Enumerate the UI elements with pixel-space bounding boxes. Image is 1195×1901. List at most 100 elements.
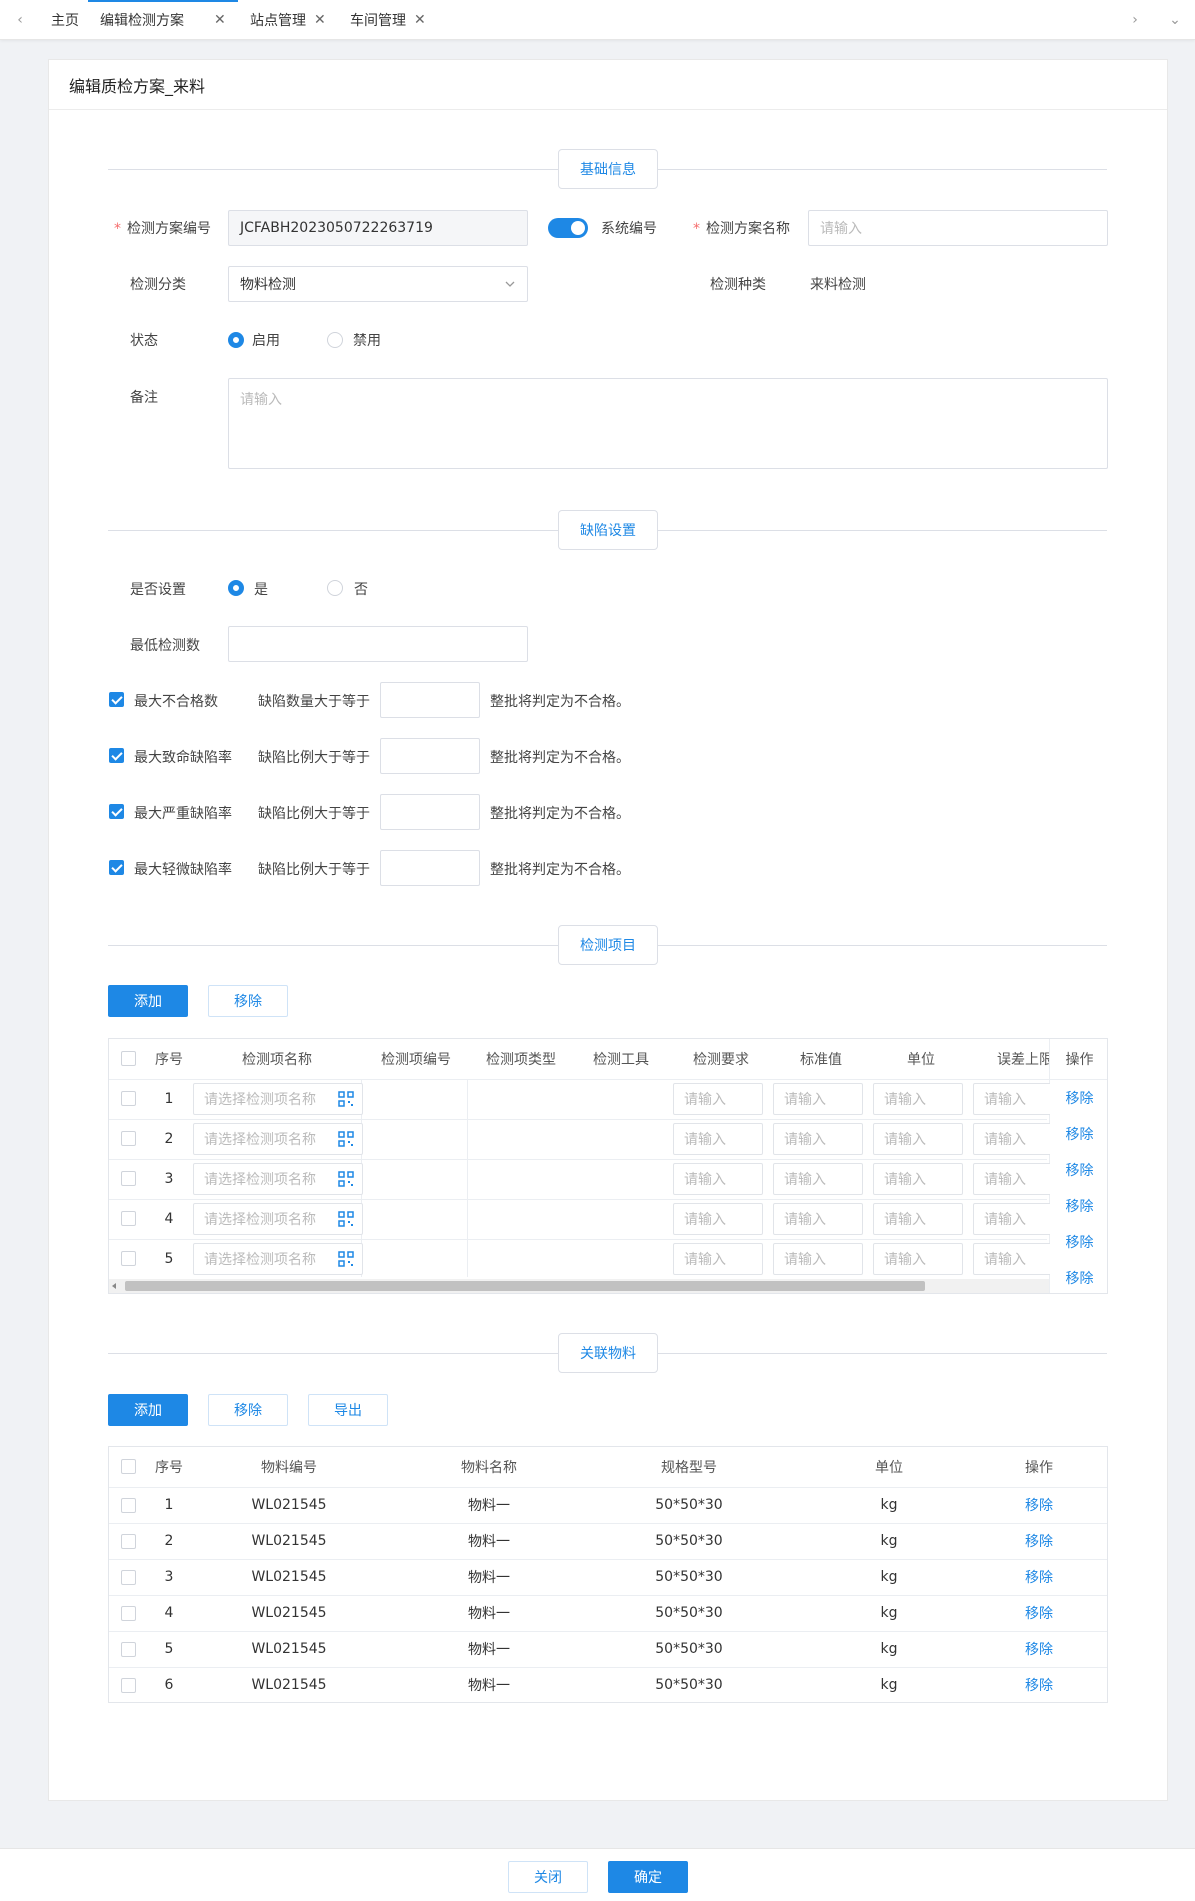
add-item-button[interactable]: 添加 [108, 985, 188, 1017]
material-name: 物料一 [468, 1606, 510, 1622]
tab-edit-scheme[interactable]: 编辑检测方案 ✕ [88, 0, 238, 40]
unit-input[interactable]: 请输入 [873, 1203, 963, 1235]
export-material-button[interactable]: 导出 [308, 1394, 388, 1426]
requirement-input[interactable]: 请输入 [673, 1083, 763, 1115]
remove-row-link[interactable]: 移除 [1050, 1116, 1107, 1152]
row-checkbox[interactable] [121, 1678, 136, 1693]
scheme-code-input[interactable]: JCFABH2023050722263719 [228, 210, 528, 246]
rule-checkbox[interactable] [109, 860, 124, 875]
row-checkbox[interactable] [121, 1211, 136, 1226]
standard-value-input[interactable]: 请输入 [773, 1083, 863, 1115]
rule-checkbox[interactable] [109, 692, 124, 707]
requirement-input[interactable]: 请输入 [673, 1203, 763, 1235]
confirm-button[interactable]: 确定 [608, 1861, 688, 1893]
section-materials: 关联物料 [108, 1333, 1107, 1373]
row-checkbox[interactable] [121, 1606, 136, 1621]
remove-material-button[interactable]: 移除 [208, 1394, 288, 1426]
qrcode-scan-icon[interactable] [338, 1251, 354, 1267]
row-checkbox[interactable] [121, 1642, 136, 1657]
section-basic-title: 基础信息 [558, 149, 658, 189]
qrcode-scan-icon[interactable] [338, 1211, 354, 1227]
row-number: 3 [164, 1569, 174, 1585]
min-count-input[interactable] [228, 626, 528, 662]
row-divider [109, 1199, 1047, 1200]
rule-threshold-input[interactable] [380, 682, 480, 718]
column-header: 序号 [155, 1460, 183, 1476]
remark-label: 备注 [130, 390, 158, 406]
requirement-input[interactable]: 请输入 [673, 1123, 763, 1155]
standard-value-input[interactable]: 请输入 [773, 1123, 863, 1155]
status-radio-disabled[interactable] [327, 332, 343, 348]
tab-home[interactable]: 主页 [51, 0, 79, 40]
standard-value-input[interactable]: 请输入 [773, 1203, 863, 1235]
tab-site-management[interactable]: 站点管理 ✕ [250, 0, 326, 40]
section-basic: 基础信息 [108, 149, 1107, 189]
qrcode-scan-icon[interactable] [338, 1171, 354, 1187]
row-checkbox[interactable] [121, 1498, 136, 1513]
unit-input[interactable]: 请输入 [873, 1163, 963, 1195]
remove-row-link[interactable]: 移除 [1050, 1080, 1107, 1116]
chevron-left-icon[interactable]: ‹ [0, 0, 40, 40]
rule-name: 最大致命缺陷率 [134, 750, 232, 766]
close-icon[interactable]: ✕ [314, 12, 326, 28]
auto-code-switch[interactable] [548, 218, 588, 238]
remove-row-link[interactable]: 移除 [989, 1595, 1089, 1631]
row-number: 1 [164, 1497, 174, 1513]
remove-row-link[interactable]: 移除 [1050, 1152, 1107, 1188]
row-checkbox[interactable] [121, 1131, 136, 1146]
row-checkbox[interactable] [121, 1171, 136, 1186]
required-icon: * [114, 221, 121, 237]
rule-checkbox[interactable] [109, 804, 124, 819]
close-icon[interactable]: ✕ [214, 12, 226, 28]
unit-input[interactable]: 请输入 [873, 1123, 963, 1155]
remove-row-link[interactable]: 移除 [989, 1487, 1089, 1523]
row-number: 4 [164, 1605, 174, 1621]
scheme-name-input[interactable]: 请输入 [808, 210, 1108, 246]
defect-radio-yes[interactable] [228, 580, 244, 596]
status-radio-enabled[interactable] [228, 332, 244, 348]
chevron-right-icon[interactable]: › [1115, 0, 1155, 40]
close-button[interactable]: 关闭 [508, 1861, 588, 1893]
standard-value-input[interactable]: 请输入 [773, 1163, 863, 1195]
standard-value-input[interactable]: 请输入 [773, 1243, 863, 1275]
material-code: WL021545 [251, 1605, 327, 1621]
add-material-button[interactable]: 添加 [108, 1394, 188, 1426]
close-icon[interactable]: ✕ [414, 12, 426, 28]
select-all-checkbox[interactable] [121, 1051, 136, 1066]
defect-radio-no[interactable] [327, 580, 343, 596]
rule-suffix: 整批将判定为不合格。 [490, 750, 630, 766]
rule-threshold-input[interactable] [380, 794, 480, 830]
scrollbar-thumb[interactable] [125, 1281, 925, 1291]
defect-enable-label: 是否设置 [130, 582, 186, 598]
row-checkbox[interactable] [121, 1534, 136, 1549]
category-select[interactable]: 物料检测 [228, 266, 528, 302]
requirement-input[interactable]: 请输入 [673, 1163, 763, 1195]
remove-row-link[interactable]: 移除 [989, 1523, 1089, 1559]
qrcode-scan-icon[interactable] [338, 1131, 354, 1147]
rule-threshold-input[interactable] [380, 850, 480, 886]
unit-input[interactable]: 请输入 [873, 1243, 963, 1275]
rule-checkbox[interactable] [109, 748, 124, 763]
remove-row-link[interactable]: 移除 [1050, 1224, 1107, 1260]
type-label: 检测种类 [710, 277, 766, 293]
horizontal-scrollbar[interactable] [109, 1279, 1049, 1293]
row-checkbox[interactable] [121, 1091, 136, 1106]
row-checkbox[interactable] [121, 1570, 136, 1585]
remove-row-link[interactable]: 移除 [1050, 1260, 1107, 1293]
row-checkbox[interactable] [121, 1251, 136, 1266]
remove-row-link[interactable]: 移除 [989, 1631, 1089, 1667]
unit-input[interactable]: 请输入 [873, 1083, 963, 1115]
rule-threshold-input[interactable] [380, 738, 480, 774]
remark-textarea[interactable]: 请输入 [228, 378, 1108, 469]
remove-row-link[interactable]: 移除 [1050, 1188, 1107, 1224]
qrcode-scan-icon[interactable] [338, 1091, 354, 1107]
scroll-left-icon[interactable] [112, 1283, 116, 1289]
chevron-down-icon[interactable]: ⌄ [1155, 0, 1195, 40]
operation-column: 移除 移除 移除 移除 移除 移除 [1050, 1080, 1107, 1293]
tab-workshop-management[interactable]: 车间管理 ✕ [350, 0, 426, 40]
remove-row-link[interactable]: 移除 [989, 1667, 1089, 1702]
remove-item-button[interactable]: 移除 [208, 985, 288, 1017]
requirement-input[interactable]: 请输入 [673, 1243, 763, 1275]
remove-row-link[interactable]: 移除 [989, 1559, 1089, 1595]
select-all-checkbox[interactable] [121, 1459, 136, 1474]
